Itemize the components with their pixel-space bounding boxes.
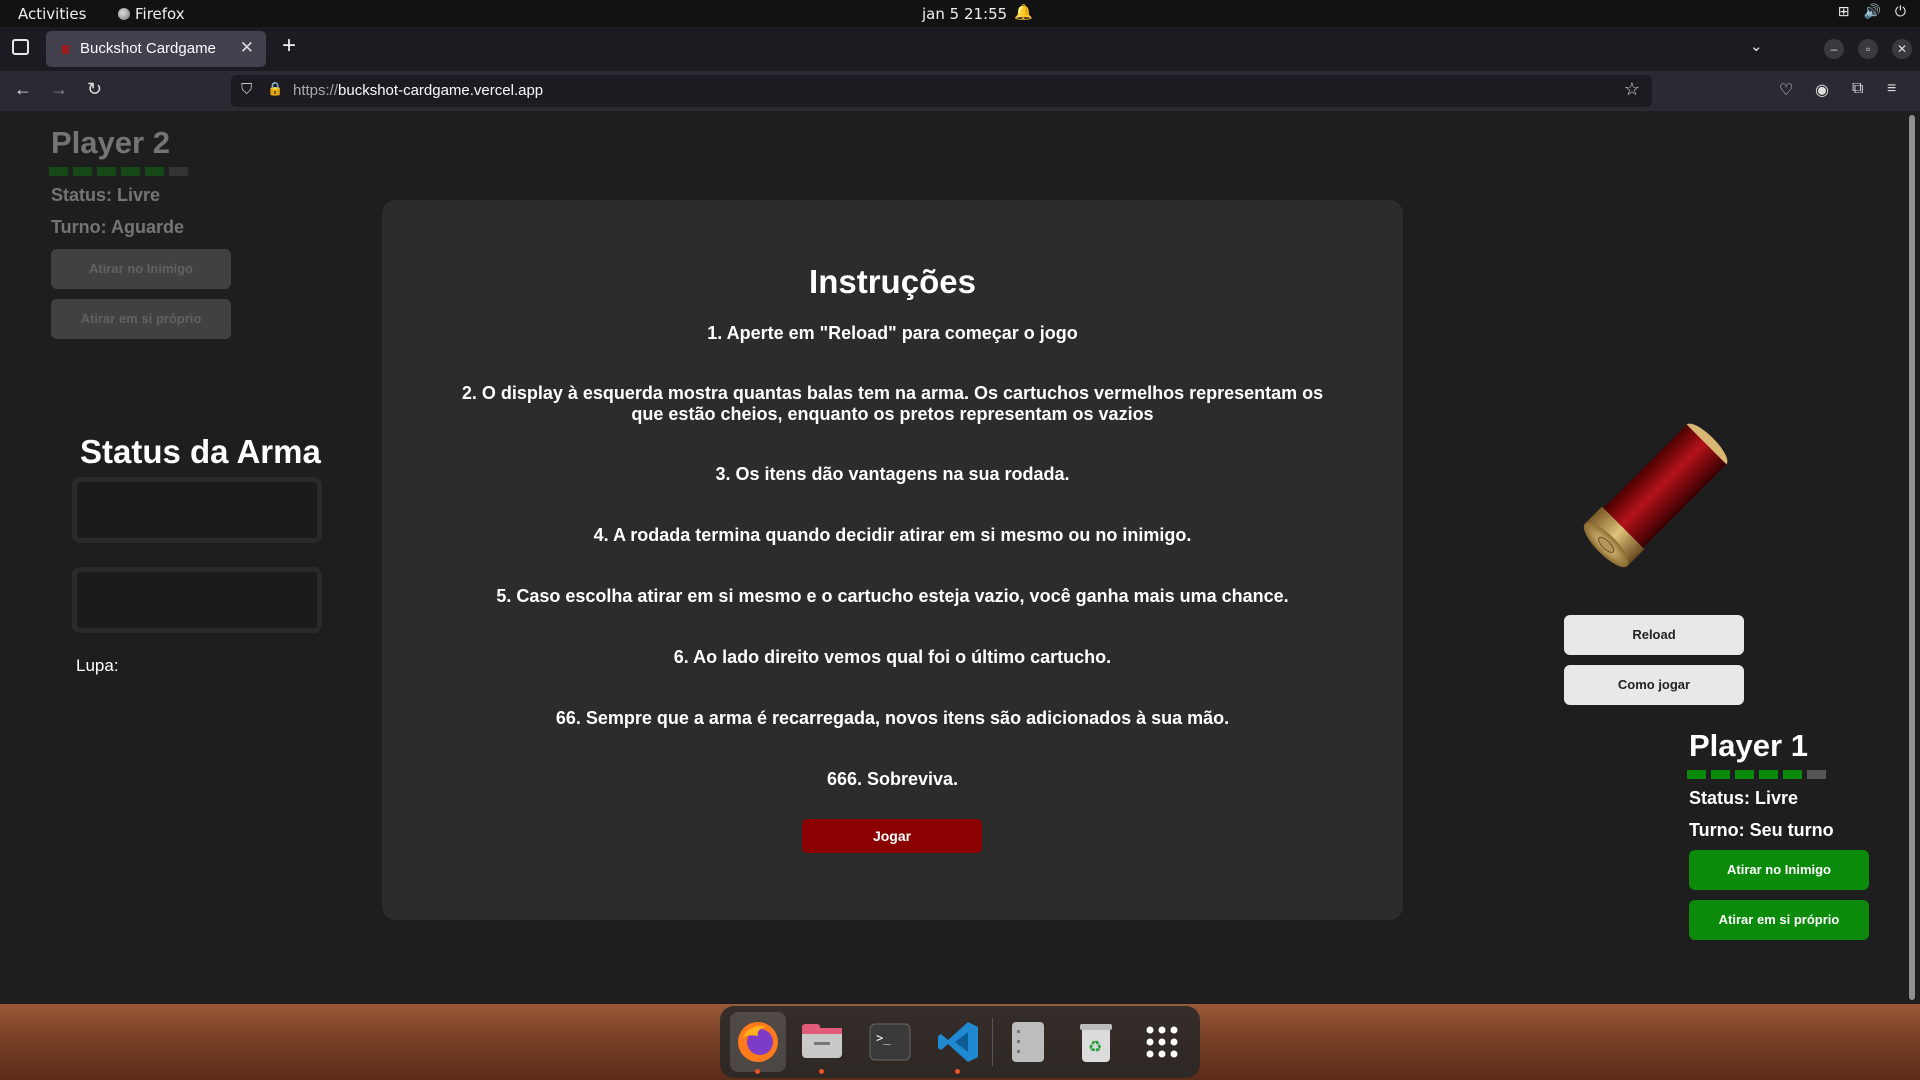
magnifier-label: Lupa: [76,656,119,675]
dock-separator [992,1018,993,1066]
files-icon[interactable] [800,1020,844,1074]
play-button[interactable]: Jogar [802,819,982,853]
health-segment [1783,770,1802,779]
extensions-puzzle-icon[interactable]: ⧉ [1852,80,1863,98]
health-segment-empty [1807,770,1826,779]
account-icon[interactable]: ◉ [1815,80,1829,100]
running-indicator [755,1069,760,1074]
volume-icon: 🔊 [1863,4,1881,20]
instruction-step: 3. Os itens dão vantagens na sua rodada. [715,464,1070,484]
firefox-icon[interactable] [736,1020,780,1074]
browser-nav-bar: ← → ↻ ⛉ 🔒 https://buckshot-cardgame.verc… [0,71,1920,111]
player-2-status: Status: Livre [51,185,161,205]
terminal-icon[interactable]: >_ [868,1020,912,1064]
new-tab-button[interactable]: + [282,32,296,60]
player-1-shoot-self-button[interactable]: Atirar em si próprio [1689,900,1869,940]
health-segment [97,167,116,176]
notification-bell-icon[interactable]: 🔔 [1014,3,1033,21]
firefox-small-icon [118,8,130,20]
power-icon: ⏻ [1894,4,1906,20]
weapon-status-panel: Status da Arma [72,433,322,633]
instruction-step: 1. Aperte em "Reload" para começar o jog… [707,323,1078,343]
svg-text:♻: ♻ [1088,1039,1102,1056]
url-text[interactable]: https://buckshot-cardgame.vercel.app [293,82,543,99]
address-bar[interactable]: ⛉ 🔒 https://buckshot-cardgame.vercel.app… [231,75,1652,107]
minimize-window-icon[interactable]: – [1824,39,1844,59]
health-segment [1759,770,1778,779]
app-grid-icon[interactable] [1140,1020,1184,1064]
firefox-view-icon[interactable] [12,39,29,55]
shotgun-shell-icon [1583,423,1728,568]
player-1-shoot-enemy-button[interactable]: Atirar no Inimigo [1689,850,1869,890]
reload-button[interactable]: Reload [1564,615,1744,655]
health-segment [145,167,164,176]
svg-text:>_: >_ [876,1031,891,1045]
player-2-shoot-self-button[interactable]: Atirar em si próprio [51,299,231,339]
instruction-step: 2. O display à esquerda mostra quantas b… [461,383,1324,424]
instruction-step: 5. Caso escolha atirar em si mesmo e o c… [496,586,1289,606]
hamburger-menu-icon[interactable]: ≡ [1887,80,1896,98]
game-page: Player 2 Status: Livre Turno: Aguarde At… [0,111,1905,1004]
how-to-play-button[interactable]: Como jogar [1564,665,1744,705]
instruction-step: 666. Sobreviva. [826,769,959,789]
clock[interactable]: jan 5 21:55 [922,5,1007,23]
running-indicator [819,1069,824,1074]
player-1-panel: Player 1 Status: Livre Turno: Seu turno … [1687,728,1869,940]
lock-icon[interactable]: 🔒 [267,81,283,97]
active-app-menu[interactable]: Firefox [118,5,185,23]
activities-button[interactable]: Activities [18,5,86,23]
player-1-turn: Turno: Seu turno [1689,820,1834,840]
instructions-title: Instruções [809,263,976,300]
player-2-shoot-enemy-button[interactable]: Atirar no Inimigo [51,249,231,289]
trash-icon[interactable]: ♻ [1074,1020,1118,1064]
system-tray[interactable]: ⊞ 🔊 ⏻ [1838,4,1906,20]
weapon-status-title: Status da Arma [80,433,321,470]
page-scrollbar[interactable] [1905,111,1920,1004]
health-segment [1735,770,1754,779]
forward-arrow-icon[interactable]: → [50,79,68,100]
last-shell-display [1560,411,1740,596]
player-2-health-bar [49,167,231,176]
shell-display-slot [72,567,322,633]
player-1-status: Status: Livre [1689,788,1799,808]
dock: >_ ♻ [720,1006,1200,1078]
system-top-bar: Activities Firefox jan 5 21:55 🔔 ⊞ 🔊 ⏻ [0,0,1920,27]
tab-title: Buckshot Cardgame [80,40,216,57]
player-2-turn: Turno: Aguarde [51,217,184,237]
health-segment [1711,770,1730,779]
player-1-health-bar [1687,770,1869,779]
player-1-name: Player 1 [1689,728,1808,763]
scrollbar-thumb[interactable] [1909,115,1915,1000]
tab-buckshot-cardgame[interactable]: Buckshot Cardgame ✕ [46,31,266,67]
instruction-step: 4. A rodada termina quando decidir atira… [593,525,1192,545]
text-editor-icon[interactable] [1006,1020,1050,1064]
health-segment [121,167,140,176]
running-indicator [955,1069,960,1074]
bookmark-star-icon[interactable]: ☆ [1624,79,1640,100]
shell-display-slot [72,477,322,543]
tab-close-icon[interactable]: ✕ [240,38,254,58]
health-segment [73,167,92,176]
list-all-tabs-chevron-icon[interactable]: ⌄ [1750,37,1763,55]
player-2-panel: Player 2 Status: Livre Turno: Aguarde At… [49,125,231,339]
reload-page-icon[interactable]: ↻ [87,79,102,100]
maximize-window-icon[interactable]: ▫ [1858,39,1878,59]
pocket-icon[interactable]: ♡ [1779,80,1793,100]
health-segment [1687,770,1706,779]
network-icon: ⊞ [1837,4,1850,20]
instructions-modal: Instruções 1. Aperte em "Reload" para co… [382,200,1403,920]
instruction-step: 66. Sempre que a arma é recarregada, nov… [555,708,1230,728]
close-window-icon[interactable]: ✕ [1892,39,1912,59]
instruction-step: 6. Ao lado direito vemos qual foi o últi… [673,647,1112,667]
health-segment [49,167,68,176]
back-arrow-icon[interactable]: ← [14,79,32,100]
health-segment-empty [169,167,188,176]
tab-favicon-icon [62,45,69,54]
active-app-name: Firefox [135,5,185,23]
vscode-icon[interactable] [936,1020,980,1074]
browser-tab-strip: Buckshot Cardgame ✕ + ⌄ – ▫ ✕ [0,27,1920,71]
tracking-shield-icon[interactable]: ⛉ [241,81,252,98]
player-2-name: Player 2 [51,125,170,160]
